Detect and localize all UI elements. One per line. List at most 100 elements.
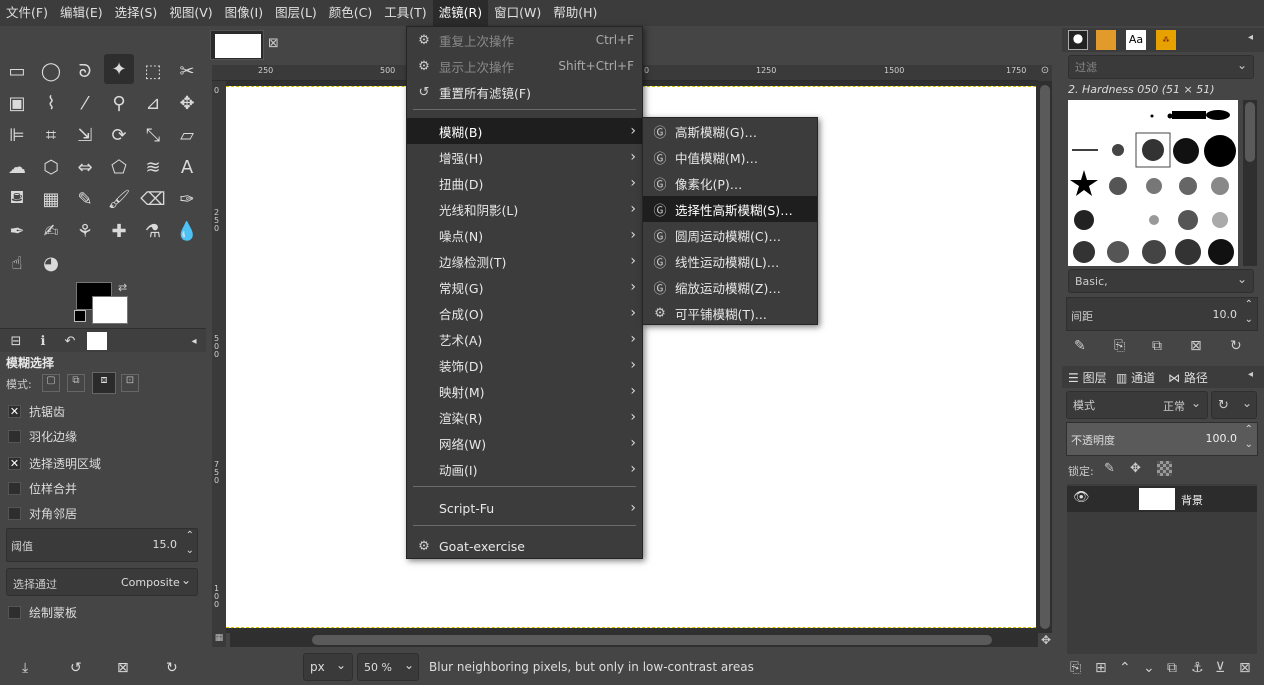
fuzzy-select-icon[interactable]: ✦ bbox=[104, 54, 134, 84]
patterns-tab-icon[interactable] bbox=[1096, 30, 1116, 50]
menu-image[interactable]: 图像(I) bbox=[219, 0, 269, 26]
configure-tab-icon[interactable]: ◂ bbox=[1248, 369, 1253, 380]
lock-position-icon[interactable]: ✥ bbox=[1130, 461, 1141, 476]
filter-script-fu[interactable]: Script-Fu › bbox=[407, 495, 642, 521]
vertical-scroll-thumb[interactable] bbox=[1040, 85, 1050, 629]
draw-mask-checkbox[interactable]: 绘制蒙板 bbox=[8, 604, 77, 621]
duplicate-brush-icon[interactable]: ⧉ bbox=[1152, 338, 1162, 354]
navigate-icon[interactable]: ✥ bbox=[1038, 633, 1054, 647]
antialias-checkbox[interactable]: ✕ 抗锯齿 bbox=[8, 403, 65, 420]
lower-layer-icon[interactable]: ⌄ bbox=[1143, 660, 1155, 676]
configure-tab-icon[interactable]: ◂ bbox=[1248, 32, 1253, 43]
filter-category-combine[interactable]: 合成(O) › bbox=[407, 300, 642, 326]
spin-up-icon[interactable]: ⌃ bbox=[1245, 299, 1253, 310]
close-image-icon[interactable]: ⊠ bbox=[268, 36, 279, 51]
measure-icon[interactable]: ⊿ bbox=[138, 88, 168, 118]
brush-spacing-spinner[interactable]: 间距 10.0 ⌃ ⌄ bbox=[1066, 297, 1258, 331]
mode-add-icon[interactable]: ⧉ bbox=[67, 374, 85, 392]
menu-layer[interactable]: 图层(L) bbox=[269, 0, 323, 26]
images-tab-icon[interactable] bbox=[87, 332, 107, 350]
reshow-last-item[interactable]: ⚙ 显示上次操作 Shift+Ctrl+F bbox=[407, 53, 642, 79]
text-icon[interactable]: A bbox=[172, 152, 202, 182]
device-status-tab-icon[interactable]: ℹ bbox=[31, 331, 55, 351]
restore-options-icon[interactable]: ↺ bbox=[70, 660, 82, 676]
bucket-fill-icon[interactable]: ⛾ bbox=[2, 184, 32, 214]
filter-category-blur[interactable]: 模糊(B) › bbox=[407, 118, 642, 144]
brush-filter-field[interactable]: 过滤 ⌄ bbox=[1068, 55, 1254, 79]
dodge-burn-icon[interactable]: ◕ bbox=[36, 248, 66, 278]
rect-select-icon[interactable]: ▭ bbox=[2, 56, 32, 86]
refresh-brushes-icon[interactable]: ↻ bbox=[1230, 338, 1242, 354]
heal-icon[interactable]: ✚ bbox=[104, 216, 134, 246]
quick-mask-toggle-icon[interactable]: ▦ bbox=[212, 633, 226, 647]
filter-goat-exercise[interactable]: ⚙ Goat-exercise bbox=[407, 533, 642, 559]
eraser-icon[interactable]: ⌫ bbox=[138, 184, 168, 214]
blur-linear-motion-item[interactable]: Ⓖ 线性运动模糊(L)… bbox=[643, 248, 817, 274]
layer-composite-combo[interactable]: ↻ ⌄ bbox=[1211, 391, 1257, 419]
lock-pixels-icon[interactable]: ✎ bbox=[1104, 461, 1115, 476]
spin-up-icon[interactable]: ⌃ bbox=[186, 530, 194, 541]
rotate-icon[interactable]: ⟳ bbox=[104, 120, 134, 150]
sample-merged-checkbox[interactable]: 位样合并 bbox=[8, 480, 77, 497]
filter-category-light-shadow[interactable]: 光线和阴影(L) › bbox=[407, 196, 642, 222]
reset-options-icon[interactable]: ↻ bbox=[166, 660, 178, 676]
select-by-color-icon[interactable]: ⬚ bbox=[138, 56, 168, 86]
color-picker-icon[interactable]: ⁄ bbox=[70, 88, 100, 118]
mypaint-brush-icon[interactable]: ✍ bbox=[36, 216, 66, 246]
zoom-icon[interactable]: ⚲ bbox=[104, 88, 134, 118]
brush-tag-field[interactable]: Basic, ⌄ bbox=[1068, 269, 1254, 293]
vertical-scrollbar[interactable] bbox=[1038, 81, 1052, 633]
airbrush-icon[interactable]: ✑ bbox=[172, 184, 202, 214]
menu-tools[interactable]: 工具(T) bbox=[378, 0, 432, 26]
scissors-icon[interactable]: ✂ bbox=[172, 56, 202, 86]
brush-grid-scrollbar[interactable] bbox=[1243, 100, 1257, 266]
repeat-last-item[interactable]: ⚙ 重复上次操作 Ctrl+F bbox=[407, 27, 642, 53]
blur-gaussian-item[interactable]: Ⓖ 高斯模糊(G)… bbox=[643, 118, 817, 144]
ink-icon[interactable]: ✒ bbox=[2, 216, 32, 246]
image-tab-thumbnail[interactable] bbox=[210, 30, 264, 60]
blur-zoom-motion-item[interactable]: Ⓖ 缩放运动模糊(Z)… bbox=[643, 274, 817, 300]
configure-tab-icon[interactable]: ◂ bbox=[182, 331, 206, 351]
blur-selective-gaussian-item[interactable]: Ⓖ 选择性高斯模糊(S)… bbox=[643, 196, 817, 222]
spin-down-icon[interactable]: ⌄ bbox=[1245, 439, 1253, 450]
fonts-tab-icon[interactable]: Aa bbox=[1126, 30, 1146, 50]
tool-options-tab-icon[interactable]: ⊟ bbox=[4, 331, 28, 351]
filter-category-web[interactable]: 网络(W) › bbox=[407, 430, 642, 456]
menu-view[interactable]: 视图(V) bbox=[163, 0, 218, 26]
tab-layers[interactable]: ☰ 图层 bbox=[1068, 369, 1107, 386]
filter-category-enhance[interactable]: 增强(H) › bbox=[407, 144, 642, 170]
default-colors-icon[interactable] bbox=[74, 310, 86, 322]
edit-brush-icon[interactable]: ✎ bbox=[1074, 338, 1086, 354]
visibility-eye-icon[interactable]: 👁 bbox=[1073, 490, 1090, 505]
brush-grid[interactable] bbox=[1068, 100, 1238, 266]
reset-all-filters-item[interactable]: ↺ 重置所有滤镜(F) bbox=[407, 79, 642, 105]
ruler-vertical[interactable]: 0 2 5 0 5 0 0 7 5 0 1 0 0 bbox=[212, 81, 226, 633]
delete-layer-icon[interactable]: ⊠ bbox=[1239, 660, 1251, 676]
mode-replace-icon[interactable]: ▢ bbox=[42, 374, 60, 392]
filter-category-decor[interactable]: 装饰(D) › bbox=[407, 352, 642, 378]
spin-up-icon[interactable]: ⌃ bbox=[1245, 424, 1253, 435]
zoom-select[interactable]: 50 % ⌄ bbox=[357, 653, 419, 681]
menu-filters[interactable]: 滤镜(R) bbox=[432, 0, 489, 26]
diagonal-checkbox[interactable]: 对角邻居 bbox=[8, 505, 77, 522]
blur-median-item[interactable]: Ⓖ 中值模糊(M)… bbox=[643, 144, 817, 170]
raise-layer-icon[interactable]: ⌃ bbox=[1119, 660, 1131, 676]
tab-channels[interactable]: ▥ 通道 bbox=[1116, 369, 1155, 386]
perspective-icon[interactable]: ⬡ bbox=[36, 152, 66, 182]
unified-transform-icon[interactable]: ⇲ bbox=[70, 120, 100, 150]
pencil-icon[interactable]: ✎ bbox=[70, 184, 100, 214]
delete-options-icon[interactable]: ⊠ bbox=[117, 660, 129, 676]
filter-category-generic[interactable]: 常规(G) › bbox=[407, 274, 642, 300]
new-layer-group-icon[interactable]: ⊞ bbox=[1095, 660, 1107, 676]
paths-icon[interactable]: ⌇ bbox=[36, 88, 66, 118]
merge-down-icon[interactable]: ⊻ bbox=[1215, 660, 1225, 676]
layer-mode-combo[interactable]: 模式 正常 ⌄ bbox=[1066, 391, 1208, 419]
layer-row[interactable]: 👁 背景 bbox=[1067, 486, 1257, 512]
spin-down-icon[interactable]: ⌄ bbox=[1245, 314, 1253, 325]
flip-icon[interactable]: ⇔ bbox=[70, 152, 100, 182]
smudge-icon[interactable]: ☝ bbox=[2, 248, 32, 278]
new-brush-icon[interactable]: ⎘ bbox=[1114, 338, 1125, 354]
blur-pixelize-item[interactable]: Ⓖ 像素化(P)… bbox=[643, 170, 817, 196]
foreground-select-icon[interactable]: ▣ bbox=[2, 88, 32, 118]
cage-icon[interactable]: ⬠ bbox=[104, 152, 134, 182]
